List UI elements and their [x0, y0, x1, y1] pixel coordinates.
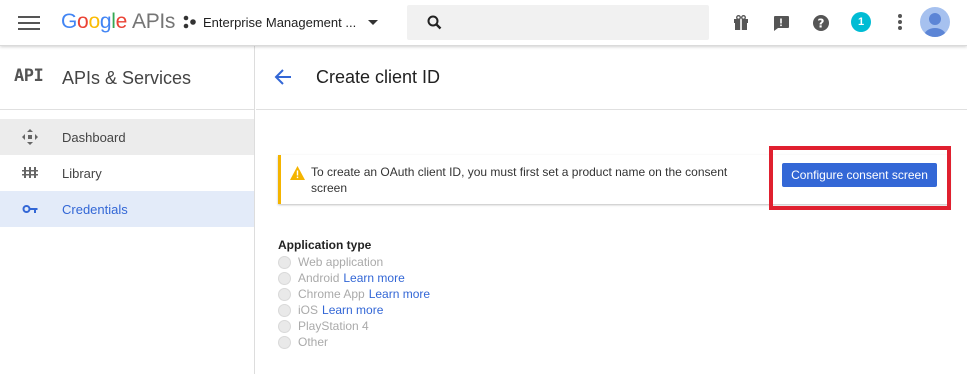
warning-text: To create an OAuth client ID, you must f…: [311, 165, 728, 195]
warning-icon: [290, 166, 305, 180]
option-label: Other: [298, 335, 329, 349]
option-other[interactable]: Other: [278, 334, 430, 350]
learn-more-link[interactable]: Learn more: [322, 303, 383, 317]
option-android[interactable]: Android Learn more: [278, 270, 430, 286]
sidebar-item-dashboard[interactable]: Dashboard: [0, 119, 254, 155]
library-icon: [22, 167, 38, 178]
option-label: PlayStation 4: [298, 319, 369, 333]
top-bar: Google APIs Enterprise Management ... ? 1: [0, 0, 967, 46]
project-name: Enterprise Management ...: [203, 14, 357, 30]
api-logo: API: [14, 66, 44, 86]
search-input[interactable]: [407, 5, 709, 40]
gift-icon[interactable]: [731, 13, 751, 33]
learn-more-link[interactable]: Learn more: [343, 271, 404, 285]
page-title: Create client ID: [316, 67, 441, 87]
search-icon: [427, 15, 442, 30]
radio-button[interactable]: [278, 271, 291, 285]
back-arrow-icon[interactable]: [274, 68, 292, 86]
more-vert-icon[interactable]: [897, 13, 903, 33]
project-dots-icon: [183, 15, 196, 29]
option-chrome-app[interactable]: Chrome App Learn more: [278, 286, 430, 302]
feedback-icon[interactable]: [771, 13, 791, 33]
page-header: Create client ID: [256, 46, 967, 110]
sidebar-item-label: Library: [62, 166, 102, 181]
project-selector[interactable]: Enterprise Management ...: [183, 12, 379, 32]
sidebar-item-credentials[interactable]: Credentials: [0, 191, 254, 227]
avatar[interactable]: [920, 7, 950, 37]
sidebar-item-library[interactable]: Library: [0, 155, 254, 191]
radio-button[interactable]: [278, 335, 291, 349]
sidebar-title: APIs & Services: [62, 68, 192, 88]
option-web-application[interactable]: Web application: [278, 254, 430, 270]
option-label: iOS: [298, 303, 319, 317]
notifications-badge[interactable]: 1: [851, 12, 871, 32]
svg-text:?: ?: [818, 16, 825, 30]
main-content: Create client ID To create an OAuth clie…: [256, 46, 967, 374]
sidebar-item-label: Credentials: [62, 202, 128, 217]
menu-icon[interactable]: [18, 13, 40, 31]
sidebar-header: API APIs & Services: [0, 46, 254, 110]
key-icon: [22, 205, 38, 213]
option-label: Web application: [298, 255, 384, 269]
radio-button[interactable]: [278, 255, 291, 269]
help-icon[interactable]: ?: [811, 13, 831, 33]
dashboard-icon: [22, 129, 38, 145]
radio-button[interactable]: [278, 303, 291, 317]
sidebar-item-label: Dashboard: [62, 130, 126, 145]
highlight-box: [769, 146, 951, 210]
chevron-down-icon: [368, 19, 379, 25]
option-ios[interactable]: iOS Learn more: [278, 302, 430, 318]
application-type-group: Application type Web application Android…: [278, 238, 430, 350]
learn-more-link[interactable]: Learn more: [369, 287, 430, 301]
radio-button[interactable]: [278, 319, 291, 333]
application-type-label: Application type: [278, 238, 372, 252]
google-apis-logo[interactable]: Google APIs: [61, 10, 175, 34]
sidebar: API APIs & Services Dashboard Library Cr…: [0, 46, 255, 374]
radio-button[interactable]: [278, 287, 291, 301]
option-label: Chrome App: [298, 287, 365, 301]
option-playstation-4[interactable]: PlayStation 4: [278, 318, 430, 334]
option-label: Android: [298, 271, 340, 285]
